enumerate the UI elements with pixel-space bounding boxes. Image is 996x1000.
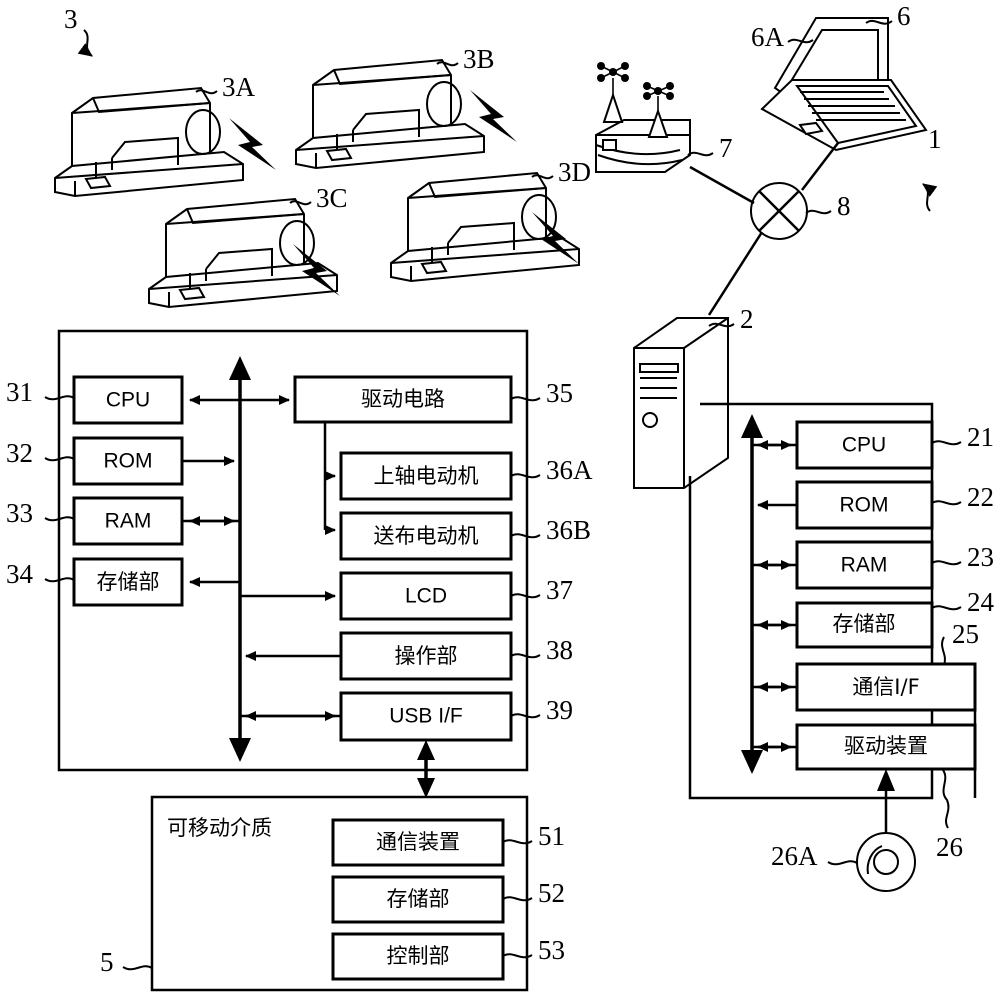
block-label: 存储部: [387, 887, 450, 911]
ref-37: 37: [546, 575, 573, 605]
laptop: [760, 17, 928, 152]
block-label: 通信装置: [376, 830, 460, 854]
block-label: CPU: [106, 389, 150, 412]
block-label: 送布电动机: [374, 524, 479, 548]
ref-25: 25: [952, 619, 979, 649]
ref-26a: 26A: [771, 841, 818, 871]
ref-26: 26: [936, 832, 963, 862]
ref-38: 38: [546, 635, 573, 665]
block-storage-34: 存储部 34: [6, 557, 184, 607]
block-label: 存储部: [833, 612, 896, 636]
block-media-control-53: 控制部 53: [331, 932, 565, 981]
leader-system-1: 1: [922, 124, 942, 212]
optical-disc: [856, 769, 916, 892]
block-label: ROM: [840, 494, 889, 517]
block-media-storage-52: 存储部 52: [331, 875, 565, 924]
ref-7: 7: [719, 133, 733, 163]
ref-33: 33: [6, 498, 33, 528]
server-bus: [741, 414, 763, 774]
leader-26a: 26A: [771, 841, 858, 871]
block-upper-shaft-motor-36a: 上轴电动机 36A: [339, 451, 593, 501]
block-label: LCD: [405, 585, 447, 608]
block-label: 上轴电动机: [374, 464, 479, 488]
block-label: 操作部: [395, 644, 458, 668]
block-comm-device-51: 通信装置 51: [331, 818, 565, 867]
link-laptop-network: [801, 142, 839, 191]
link-network-server: [707, 231, 764, 316]
ref-21: 21: [967, 422, 994, 452]
sewing-bus: [229, 356, 251, 762]
sewing-machine-3a: [54, 86, 244, 198]
leader-5: 5: [100, 947, 153, 977]
ref-3b: 3B: [463, 44, 495, 74]
sewing-machine-3b: [295, 58, 485, 170]
ref-32: 32: [6, 438, 33, 468]
block-rom-32: ROM 32: [6, 436, 184, 486]
wireless-router: [595, 62, 691, 173]
block-lcd-37: LCD 37: [339, 571, 573, 621]
ref-3a: 3A: [222, 72, 256, 102]
block-label: 通信I/F: [852, 675, 919, 699]
ref-39: 39: [546, 695, 573, 725]
block-ram-33: RAM 33: [6, 496, 184, 546]
ref-2: 2: [740, 304, 754, 334]
ref-31: 31: [6, 377, 33, 407]
ref-24: 24: [967, 587, 995, 617]
patent-figure: 3A 3B 3C 3D 3 7 6 6A 8 1 2 CPU 31 ROM 32…: [0, 0, 996, 1000]
block-operation-unit-38: 操作部 38: [339, 631, 573, 681]
ref-51: 51: [538, 821, 565, 851]
removable-media-title: 可移动介质: [167, 816, 272, 840]
block-label: 驱动装置: [844, 734, 928, 758]
leader-8: 8: [805, 191, 851, 221]
block-label: USB I/F: [389, 705, 463, 728]
sewing-machine-3c: [148, 197, 338, 309]
ref-1: 1: [928, 124, 942, 154]
block-drive-circuit-35: 驱动电路 35: [293, 375, 573, 424]
ref-34: 34: [6, 559, 34, 589]
block-cpu-31: CPU 31: [6, 375, 184, 425]
server-block-rom-22: ROM 22: [795, 480, 994, 530]
ref-22: 22: [967, 482, 994, 512]
block-usb-if-39: USB I/F 39: [339, 691, 573, 742]
block-label: RAM: [841, 554, 888, 577]
block-label: 控制部: [387, 944, 450, 968]
ref-36b: 36B: [546, 515, 591, 545]
server-block-cpu-21: CPU 21: [795, 420, 994, 470]
server-block-ram-23: RAM 23: [795, 540, 994, 590]
leader-group-3: 3: [64, 4, 93, 57]
block-feed-motor-36b: 送布电动机 36B: [339, 511, 591, 561]
block-label: ROM: [104, 450, 153, 473]
ref-3d: 3D: [558, 157, 591, 187]
ref-35: 35: [546, 378, 573, 408]
ref-8: 8: [837, 191, 851, 221]
ref-36a: 36A: [546, 455, 593, 485]
block-label: 存储部: [97, 570, 160, 594]
ref-5: 5: [100, 947, 114, 977]
ref-3c: 3C: [316, 183, 348, 213]
link-router-network: [689, 165, 755, 205]
network-node: [750, 182, 808, 240]
block-label: CPU: [842, 434, 886, 457]
leader-7: 7: [687, 133, 733, 163]
block-label: 驱动电路: [361, 387, 445, 411]
ref-52: 52: [538, 878, 565, 908]
ref-23: 23: [967, 542, 994, 572]
ref-6a: 6A: [751, 22, 785, 52]
ref-3: 3: [64, 4, 78, 34]
ref-6: 6: [897, 1, 911, 31]
ref-53: 53: [538, 935, 565, 965]
block-label: RAM: [105, 510, 152, 533]
